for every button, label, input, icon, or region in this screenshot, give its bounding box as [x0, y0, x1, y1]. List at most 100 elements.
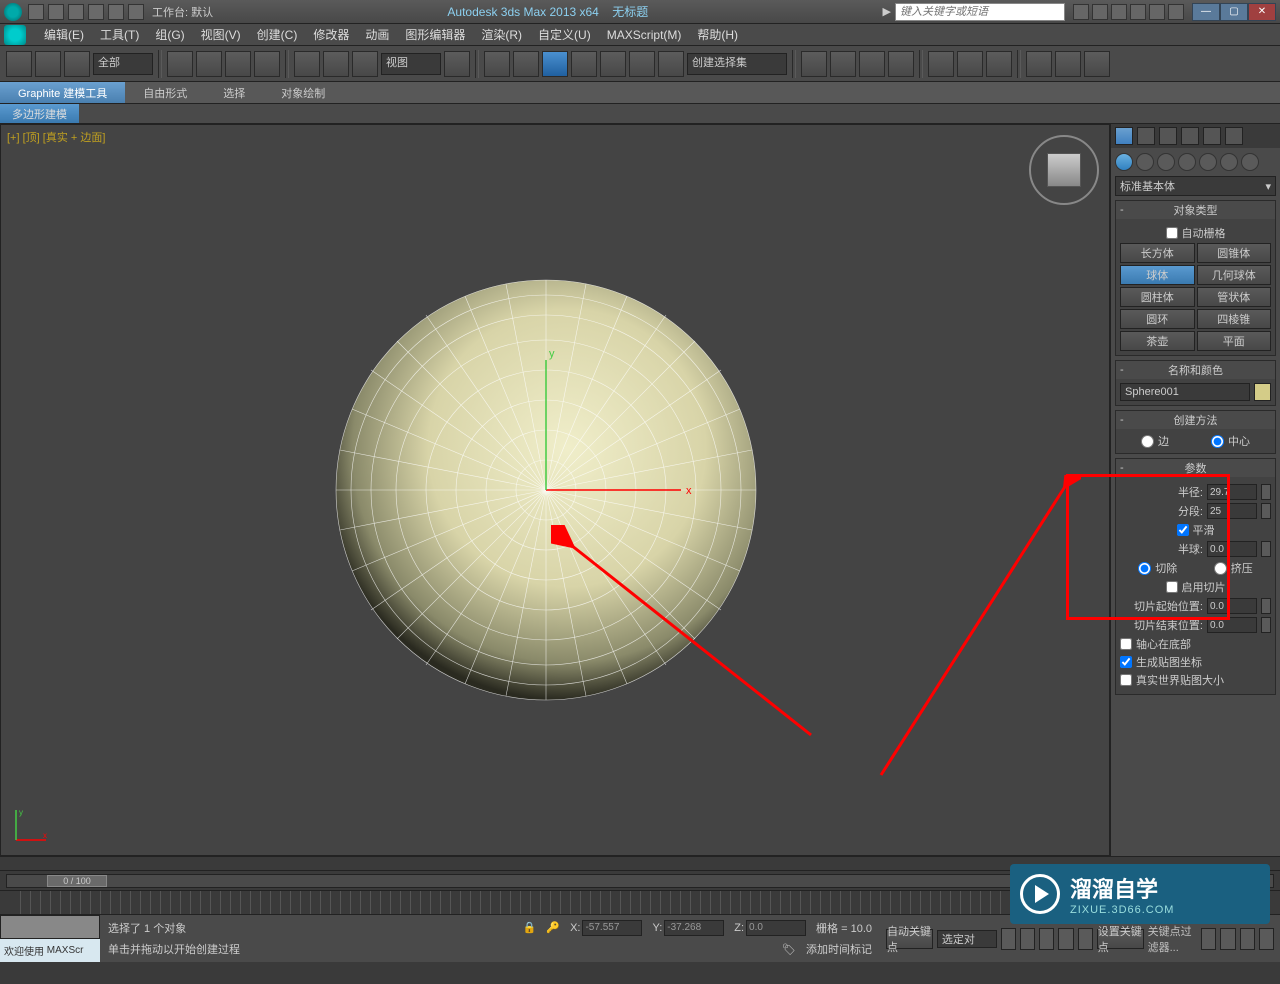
rollout-header[interactable]: 对象类型 — [1116, 201, 1275, 219]
real-world-checkbox[interactable] — [1120, 674, 1132, 686]
menu-customize[interactable]: 自定义(U) — [530, 26, 599, 43]
app-menu-icon[interactable] — [4, 25, 26, 45]
spinner-snap-icon[interactable] — [629, 51, 655, 77]
prim-tube-button[interactable]: 管状体 — [1197, 287, 1272, 307]
motion-tab-icon[interactable] — [1181, 127, 1199, 145]
favorites-icon[interactable] — [1130, 4, 1146, 20]
autogrid-checkbox[interactable] — [1166, 227, 1178, 239]
lock-icon[interactable]: 🔒 — [523, 921, 537, 934]
prim-torus-button[interactable]: 圆环 — [1120, 309, 1195, 329]
prim-geosphere-button[interactable]: 几何球体 — [1197, 265, 1272, 285]
menu-maxscript[interactable]: MAXScript(M) — [599, 28, 690, 42]
angle-snap-icon[interactable] — [571, 51, 597, 77]
tag-icon[interactable]: 🏷 — [782, 943, 796, 956]
rect-selection-icon[interactable] — [225, 51, 251, 77]
snap-toggle-icon[interactable] — [542, 51, 568, 77]
rollout-header[interactable]: 名称和颜色 — [1116, 361, 1275, 379]
prim-pyramid-button[interactable]: 四棱锥 — [1197, 309, 1272, 329]
menu-modifiers[interactable]: 修改器 — [305, 26, 357, 43]
binoculars-icon[interactable] — [1073, 4, 1089, 20]
hierarchy-tab-icon[interactable] — [1159, 127, 1177, 145]
slice-to-spinner[interactable] — [1207, 617, 1257, 633]
geometry-subcategory-dropdown[interactable]: 标准基本体▾ — [1115, 176, 1276, 196]
nav-maximize-icon[interactable] — [1259, 928, 1274, 950]
window-crossing-icon[interactable] — [254, 51, 280, 77]
key-filter-input[interactable] — [937, 930, 997, 948]
menu-grapheditors[interactable]: 图形编辑器 — [397, 26, 473, 43]
modify-tab-icon[interactable] — [1137, 127, 1155, 145]
mirror-icon[interactable] — [801, 51, 827, 77]
ribbon-toggle-icon[interactable] — [888, 51, 914, 77]
move-icon[interactable] — [294, 51, 320, 77]
help-icon[interactable] — [1168, 4, 1184, 20]
prim-cylinder-button[interactable]: 圆柱体 — [1120, 287, 1195, 307]
spinner-buttons[interactable] — [1261, 503, 1271, 519]
help-search-input[interactable] — [895, 3, 1065, 21]
save-icon[interactable] — [68, 4, 84, 20]
rollout-header[interactable]: 参数 — [1116, 459, 1275, 477]
link-icon[interactable] — [128, 4, 144, 20]
signin-icon[interactable] — [1149, 4, 1165, 20]
base-pivot-checkbox[interactable] — [1120, 638, 1132, 650]
prim-cone-button[interactable]: 圆锥体 — [1197, 243, 1272, 263]
percent-snap-icon[interactable] — [600, 51, 626, 77]
rotate-icon[interactable] — [323, 51, 349, 77]
selection-filter-dropdown[interactable]: 全部 — [93, 53, 153, 75]
spinner-buttons[interactable] — [1261, 598, 1271, 614]
object-color-swatch[interactable] — [1254, 383, 1271, 401]
unlink-icon[interactable] — [35, 51, 61, 77]
spinner-buttons[interactable] — [1261, 541, 1271, 557]
spacewarps-cat-icon[interactable] — [1220, 153, 1238, 171]
named-selection-dropdown[interactable]: 创建选择集 — [687, 53, 787, 75]
method-edge-radio[interactable] — [1141, 435, 1154, 448]
menu-edit[interactable]: 编辑(E) — [36, 26, 92, 43]
menu-views[interactable]: 视图(V) — [193, 26, 249, 43]
rollout-header[interactable]: 创建方法 — [1116, 411, 1275, 429]
render-setup-icon[interactable] — [1026, 51, 1052, 77]
helpers-cat-icon[interactable] — [1199, 153, 1217, 171]
slice-from-spinner[interactable] — [1207, 598, 1257, 614]
keyboard-shortcut-icon[interactable] — [513, 51, 539, 77]
edit-named-sel-icon[interactable] — [658, 51, 684, 77]
spinner-buttons[interactable] — [1261, 617, 1271, 633]
workspace-label[interactable]: 工作台: 默认 — [152, 4, 213, 20]
viewcube[interactable] — [1029, 135, 1099, 205]
material-editor-icon[interactable] — [986, 51, 1012, 77]
ref-coord-dropdown[interactable]: 视图 — [381, 53, 441, 75]
y-coord-input[interactable] — [664, 920, 724, 936]
prim-plane-button[interactable]: 平面 — [1197, 331, 1272, 351]
select-by-name-icon[interactable] — [196, 51, 222, 77]
ribbon-tab-freeform[interactable]: 自由形式 — [125, 82, 205, 103]
close-button[interactable]: ✕ — [1248, 3, 1276, 21]
spinner-buttons[interactable] — [1261, 484, 1271, 500]
gen-uv-checkbox[interactable] — [1120, 656, 1132, 668]
lights-cat-icon[interactable] — [1157, 153, 1175, 171]
nav-pan-icon[interactable] — [1201, 928, 1216, 950]
z-coord-input[interactable] — [746, 920, 806, 936]
object-name-input[interactable] — [1120, 383, 1250, 401]
sphere-object[interactable]: x y — [321, 265, 771, 715]
chop-radio[interactable] — [1138, 562, 1151, 575]
menu-tools[interactable]: 工具(T) — [92, 26, 147, 43]
cameras-cat-icon[interactable] — [1178, 153, 1196, 171]
subscription-icon[interactable] — [1092, 4, 1108, 20]
nav-orbit-icon[interactable] — [1240, 928, 1255, 950]
open-icon[interactable] — [48, 4, 64, 20]
prev-frame-icon[interactable] — [1020, 928, 1035, 950]
undo-icon[interactable] — [88, 4, 104, 20]
set-key-button[interactable]: 设置关键点 — [1097, 929, 1144, 949]
menu-create[interactable]: 创建(C) — [249, 26, 306, 43]
viewport-top[interactable]: [+] [顶] [真实 + 边面] — [0, 124, 1110, 856]
prim-teapot-button[interactable]: 茶壶 — [1120, 331, 1195, 351]
key-icon[interactable]: 🔑 — [546, 921, 560, 934]
utilities-tab-icon[interactable] — [1225, 127, 1243, 145]
ribbon-tab-objectpaint[interactable]: 对象绘制 — [263, 82, 343, 103]
create-tab-icon[interactable] — [1115, 127, 1133, 145]
manipulate-icon[interactable] — [484, 51, 510, 77]
link-icon[interactable] — [6, 51, 32, 77]
auto-key-button[interactable]: 自动关键点 — [886, 929, 933, 949]
bind-spacewarp-icon[interactable] — [64, 51, 90, 77]
goto-end-icon[interactable] — [1078, 928, 1093, 950]
play-icon[interactable] — [1039, 928, 1054, 950]
rendered-frame-icon[interactable] — [1055, 51, 1081, 77]
